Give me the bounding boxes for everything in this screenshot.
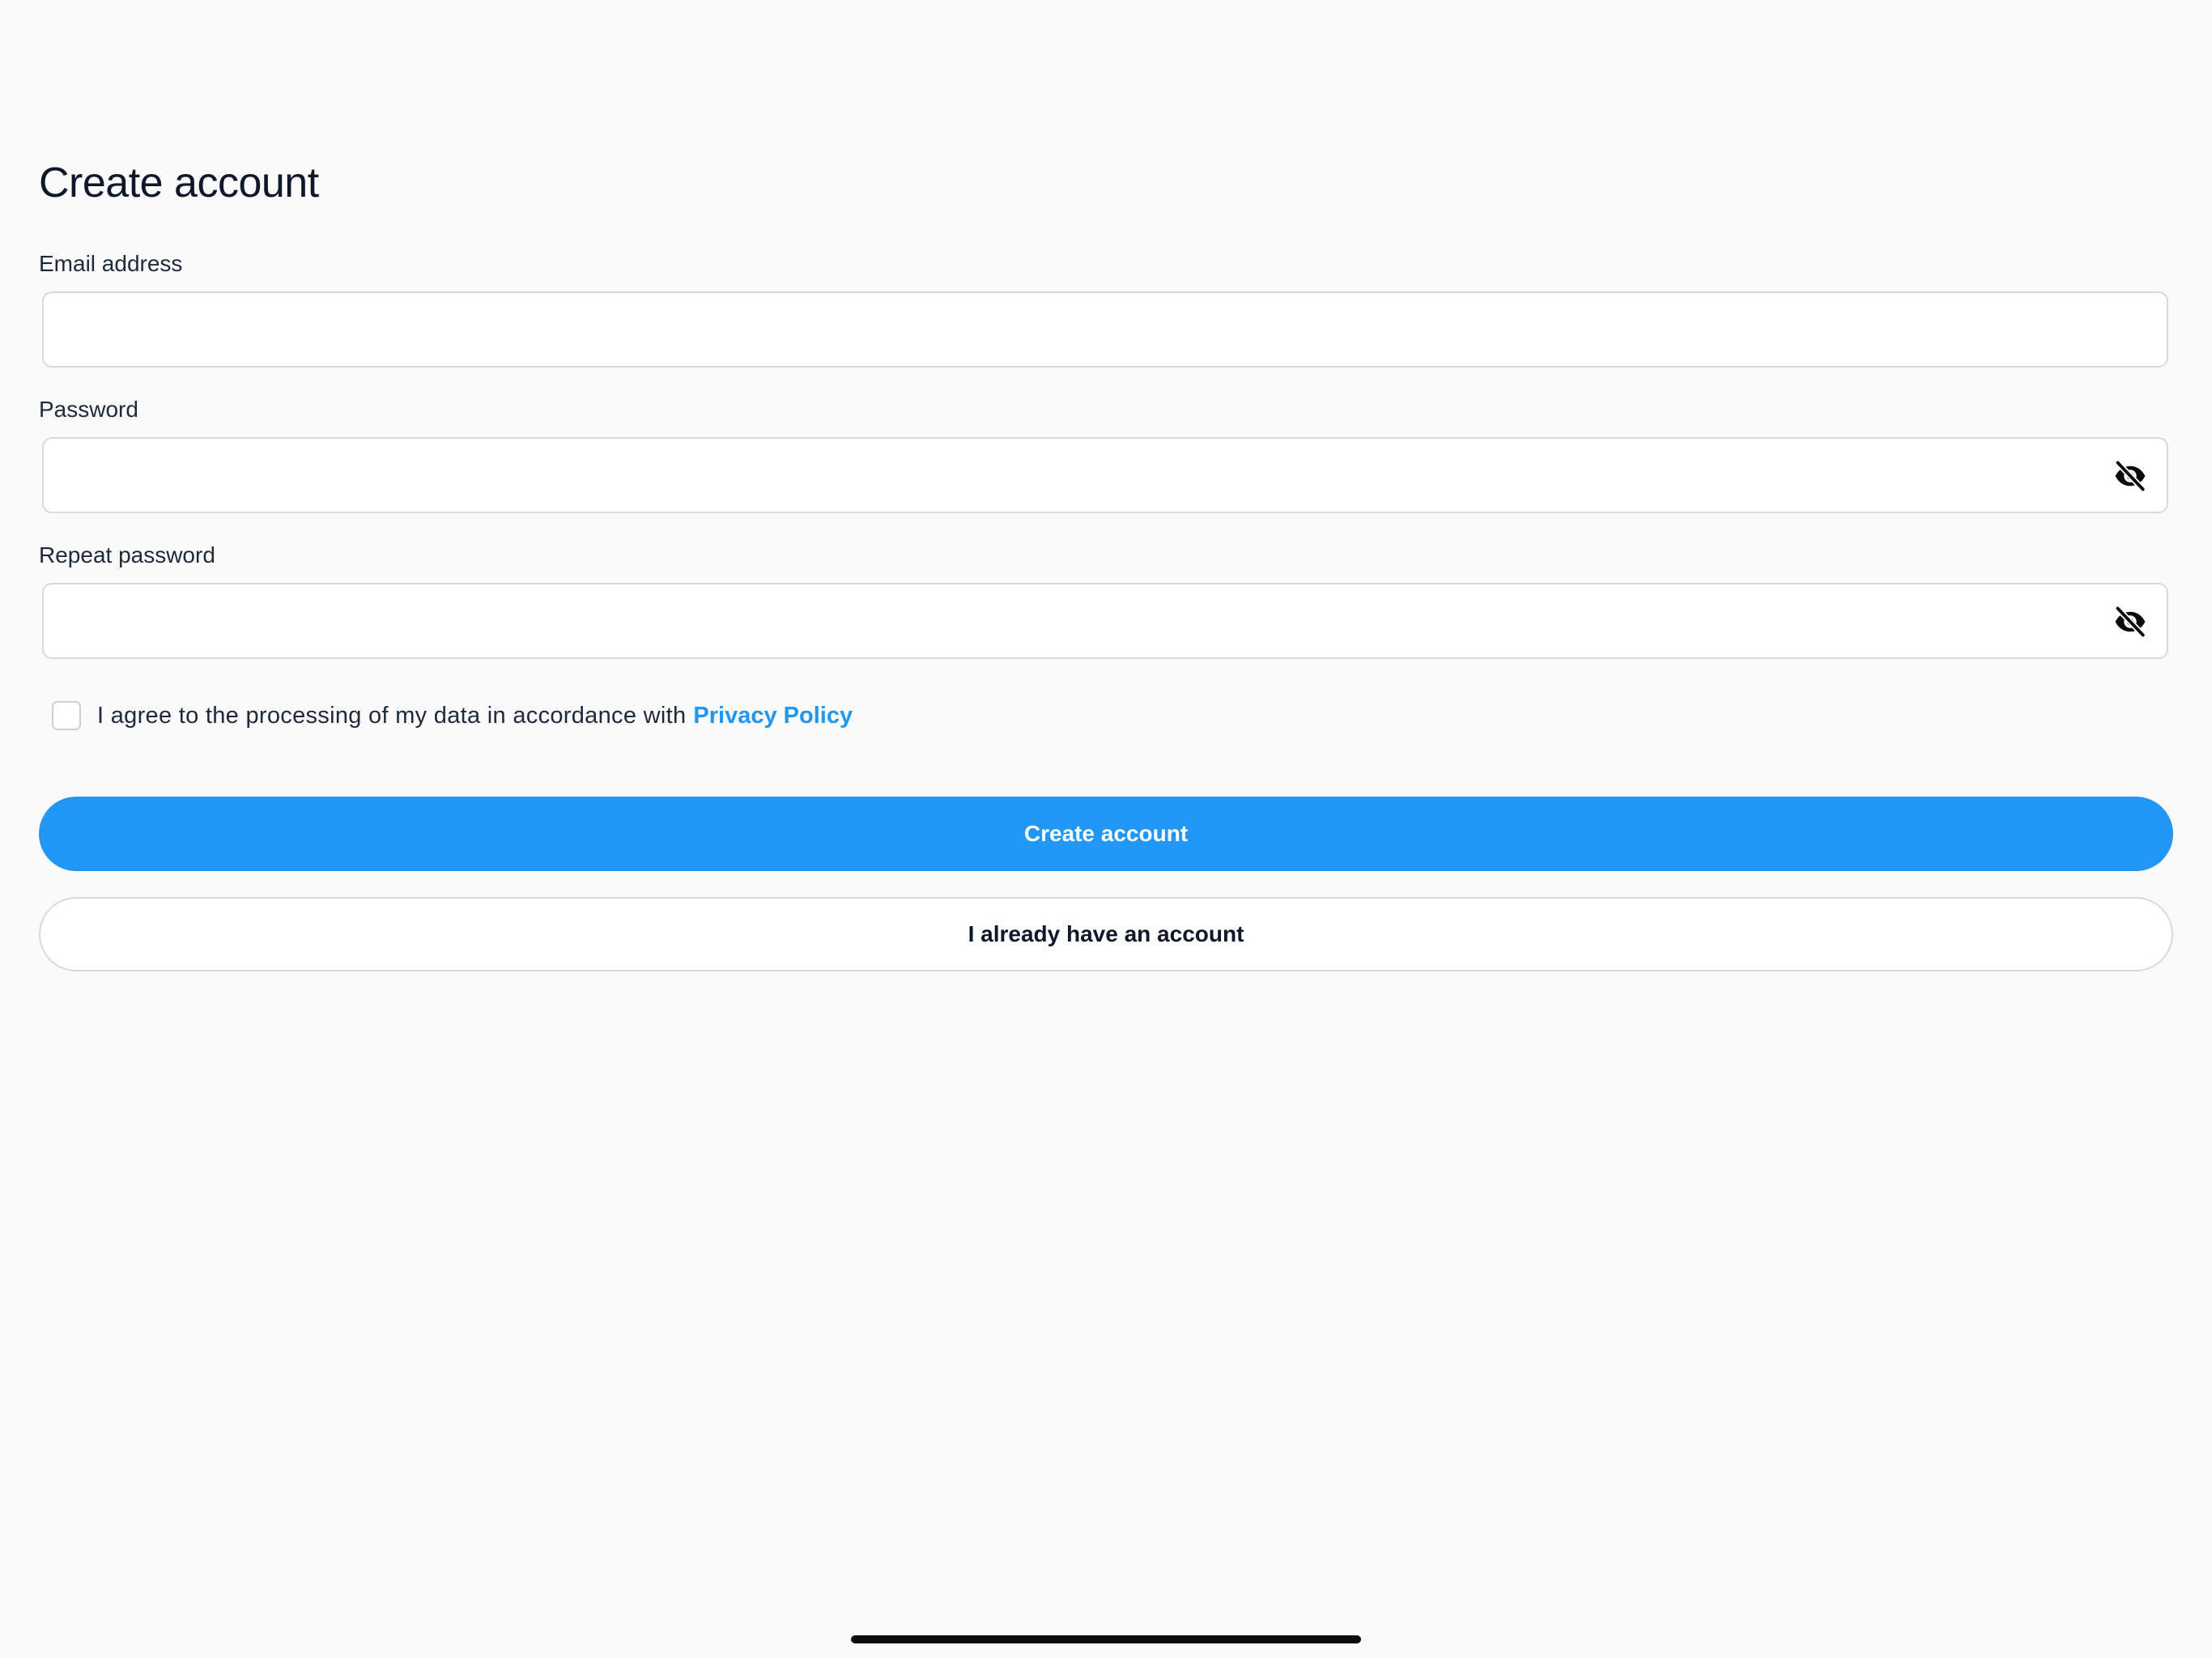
create-account-button[interactable]: Create account	[39, 797, 2173, 871]
page-title: Create account	[39, 159, 319, 206]
repeat-password-label: Repeat password	[39, 542, 215, 568]
privacy-policy-link[interactable]: Privacy Policy	[693, 703, 853, 729]
password-label: Password	[39, 397, 138, 422]
email-field-container	[42, 291, 2168, 368]
email-field[interactable]	[44, 293, 2167, 366]
repeat-password-field-container	[42, 583, 2168, 659]
eye-off-icon[interactable]	[2112, 605, 2149, 639]
already-have-account-button[interactable]: I already have an account	[39, 897, 2173, 971]
email-label: Email address	[39, 251, 183, 276]
privacy-consent: I agree to the processing of my data in …	[52, 699, 853, 732]
password-field-container	[42, 437, 2168, 513]
home-indicator[interactable]	[851, 1635, 1361, 1643]
create-account-screen: Create account Email address Password Re…	[0, 0, 2212, 1658]
privacy-consent-checkbox[interactable]	[52, 701, 81, 730]
eye-off-icon[interactable]	[2112, 459, 2149, 493]
password-field[interactable]	[44, 439, 2167, 512]
repeat-password-field[interactable]	[44, 585, 2167, 657]
privacy-consent-text: I agree to the processing of my data in …	[97, 702, 687, 729]
